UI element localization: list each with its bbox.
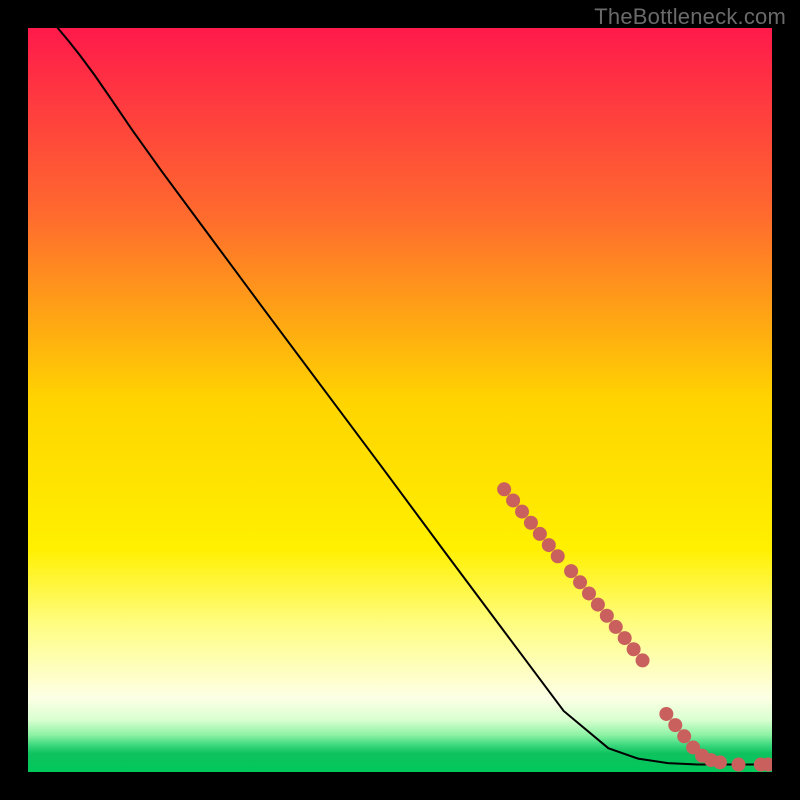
data-marker xyxy=(497,482,511,496)
data-marker xyxy=(533,527,547,541)
watermark-label: TheBottleneck.com xyxy=(594,4,786,30)
data-marker xyxy=(713,755,727,769)
data-marker xyxy=(659,707,673,721)
data-marker xyxy=(609,620,623,634)
data-marker xyxy=(582,586,596,600)
data-marker xyxy=(618,631,632,645)
chart-svg xyxy=(28,28,772,772)
data-marker xyxy=(636,653,650,667)
data-marker xyxy=(627,642,641,656)
data-marker xyxy=(600,609,614,623)
data-marker xyxy=(542,538,556,552)
data-marker xyxy=(524,516,538,530)
data-marker xyxy=(677,729,691,743)
data-marker xyxy=(573,575,587,589)
plot-area xyxy=(28,28,772,772)
data-marker xyxy=(515,505,529,519)
data-marker xyxy=(732,758,746,772)
data-marker xyxy=(551,549,565,563)
data-marker xyxy=(564,564,578,578)
data-marker xyxy=(668,718,682,732)
chart-frame: TheBottleneck.com xyxy=(0,0,800,800)
data-marker xyxy=(591,598,605,612)
data-marker xyxy=(506,493,520,507)
